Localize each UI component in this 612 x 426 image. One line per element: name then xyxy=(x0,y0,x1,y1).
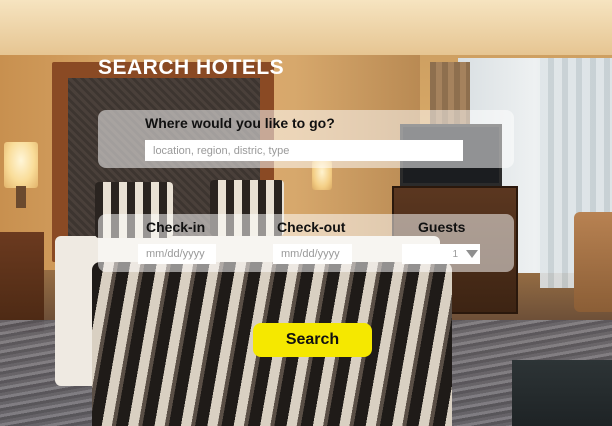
guests-selected-value: 1 xyxy=(452,248,458,260)
ceiling xyxy=(0,0,612,55)
destination-input[interactable] xyxy=(145,140,463,161)
armchair xyxy=(574,212,612,312)
nightstand xyxy=(0,232,44,332)
wall-lamp-left xyxy=(4,142,38,188)
hotel-room-background xyxy=(0,0,612,426)
page-title: SEARCH HOTELS xyxy=(98,56,285,79)
destination-label: Where would you like to go? xyxy=(145,115,335,131)
search-button[interactable]: Search xyxy=(253,323,372,357)
triangle-down-icon[interactable] xyxy=(464,244,480,264)
checkout-date-input[interactable] xyxy=(273,244,352,264)
checkout-label: Check-out xyxy=(277,219,346,235)
guests-label: Guests xyxy=(418,219,466,235)
side-table xyxy=(512,360,612,426)
guests-select[interactable]: 1 xyxy=(402,244,480,264)
lamp-base xyxy=(16,186,26,208)
checkin-label: Check-in xyxy=(146,219,206,235)
checkin-date-input[interactable] xyxy=(138,244,216,264)
